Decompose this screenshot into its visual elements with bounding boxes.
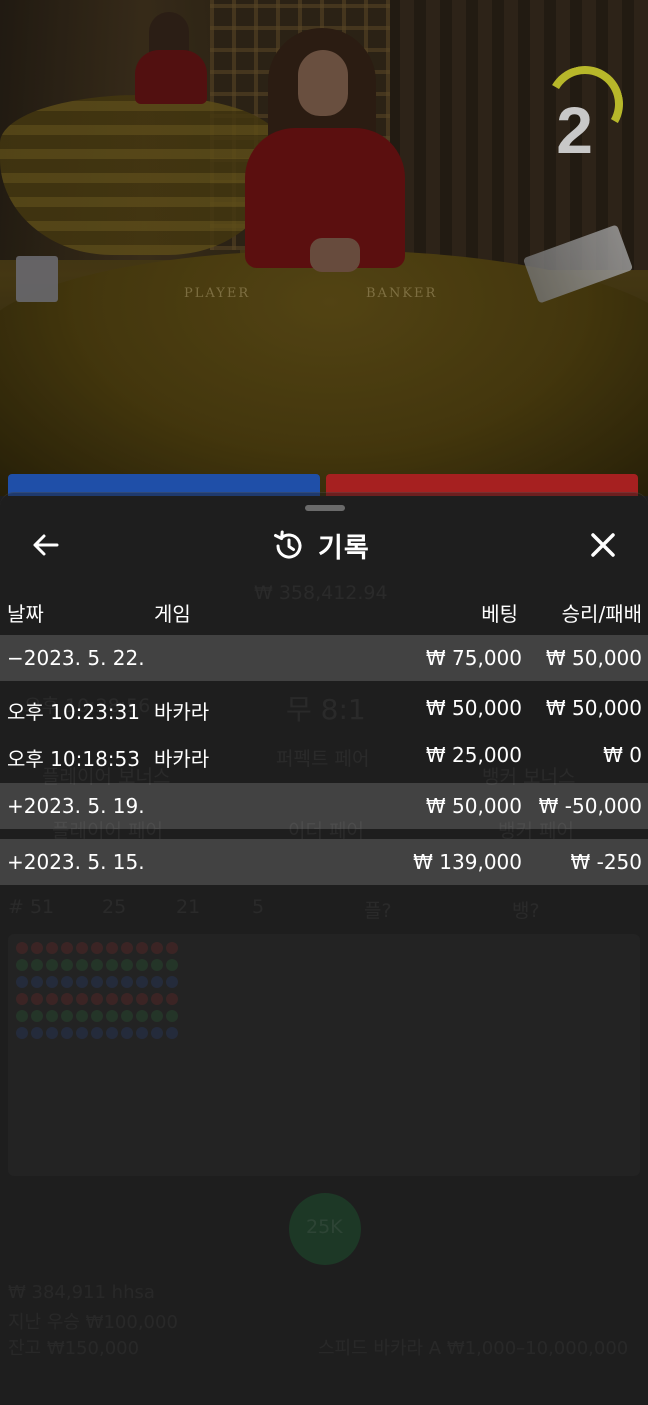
- row-time: 오후 10:18:53: [7, 747, 140, 771]
- row-win-loss: ₩ -50,000: [538, 794, 642, 818]
- history-header: 기록: [0, 522, 648, 566]
- history-title: 기록: [318, 533, 370, 564]
- history-group-row[interactable]: +2023. 5. 19. ₩ 50,000 ₩ -50,000: [0, 783, 648, 829]
- history-clock-icon: [274, 530, 302, 559]
- row-date: −2023. 5. 22.: [7, 646, 145, 670]
- column-header-win-loss: 승리/패배: [561, 602, 642, 626]
- row-date: +2023. 5. 19.: [7, 794, 145, 818]
- row-bet: ₩ 25,000: [425, 743, 522, 767]
- row-time: 오후 10:23:31: [7, 700, 140, 724]
- live-video: PLAYER BANKER 2: [0, 0, 648, 500]
- back-button[interactable]: [28, 530, 62, 560]
- history-item-row[interactable]: 오후 10:23:31 바카라 ₩ 50,000 ₩ 50,000: [0, 685, 648, 731]
- column-header-date: 날짜: [7, 602, 44, 626]
- column-header-bet: 베팅: [481, 602, 518, 626]
- arrow-left-icon: [33, 534, 59, 556]
- row-game: 바카라: [154, 747, 210, 771]
- row-win-loss: ₩ 0: [603, 743, 642, 767]
- row-date: +2023. 5. 15.: [7, 850, 145, 874]
- row-bet: ₩ 75,000: [425, 646, 522, 670]
- history-item-row[interactable]: 오후 10:18:53 바카라 ₩ 25,000 ₩ 0: [0, 732, 648, 778]
- row-win-loss: ₩ -250: [570, 850, 642, 874]
- history-group-row[interactable]: +2023. 5. 15. ₩ 139,000 ₩ -250: [0, 839, 648, 885]
- history-group-row[interactable]: −2023. 5. 22. ₩ 75,000 ₩ 50,000: [0, 635, 648, 681]
- row-bet: ₩ 50,000: [425, 794, 522, 818]
- countdown-timer: 2: [556, 93, 593, 167]
- row-win-loss: ₩ 50,000: [545, 696, 642, 720]
- row-win-loss: ₩ 50,000: [545, 646, 642, 670]
- close-button[interactable]: [585, 528, 621, 562]
- close-icon: [591, 533, 615, 557]
- column-header-game: 게임: [154, 602, 191, 626]
- row-game: 바카라: [154, 700, 210, 724]
- row-bet: ₩ 139,000: [413, 850, 522, 874]
- history-title-group: 기록: [272, 526, 370, 565]
- history-sheet: [0, 492, 648, 1405]
- row-bet: ₩ 50,000: [425, 696, 522, 720]
- sheet-drag-handle[interactable]: [305, 505, 345, 511]
